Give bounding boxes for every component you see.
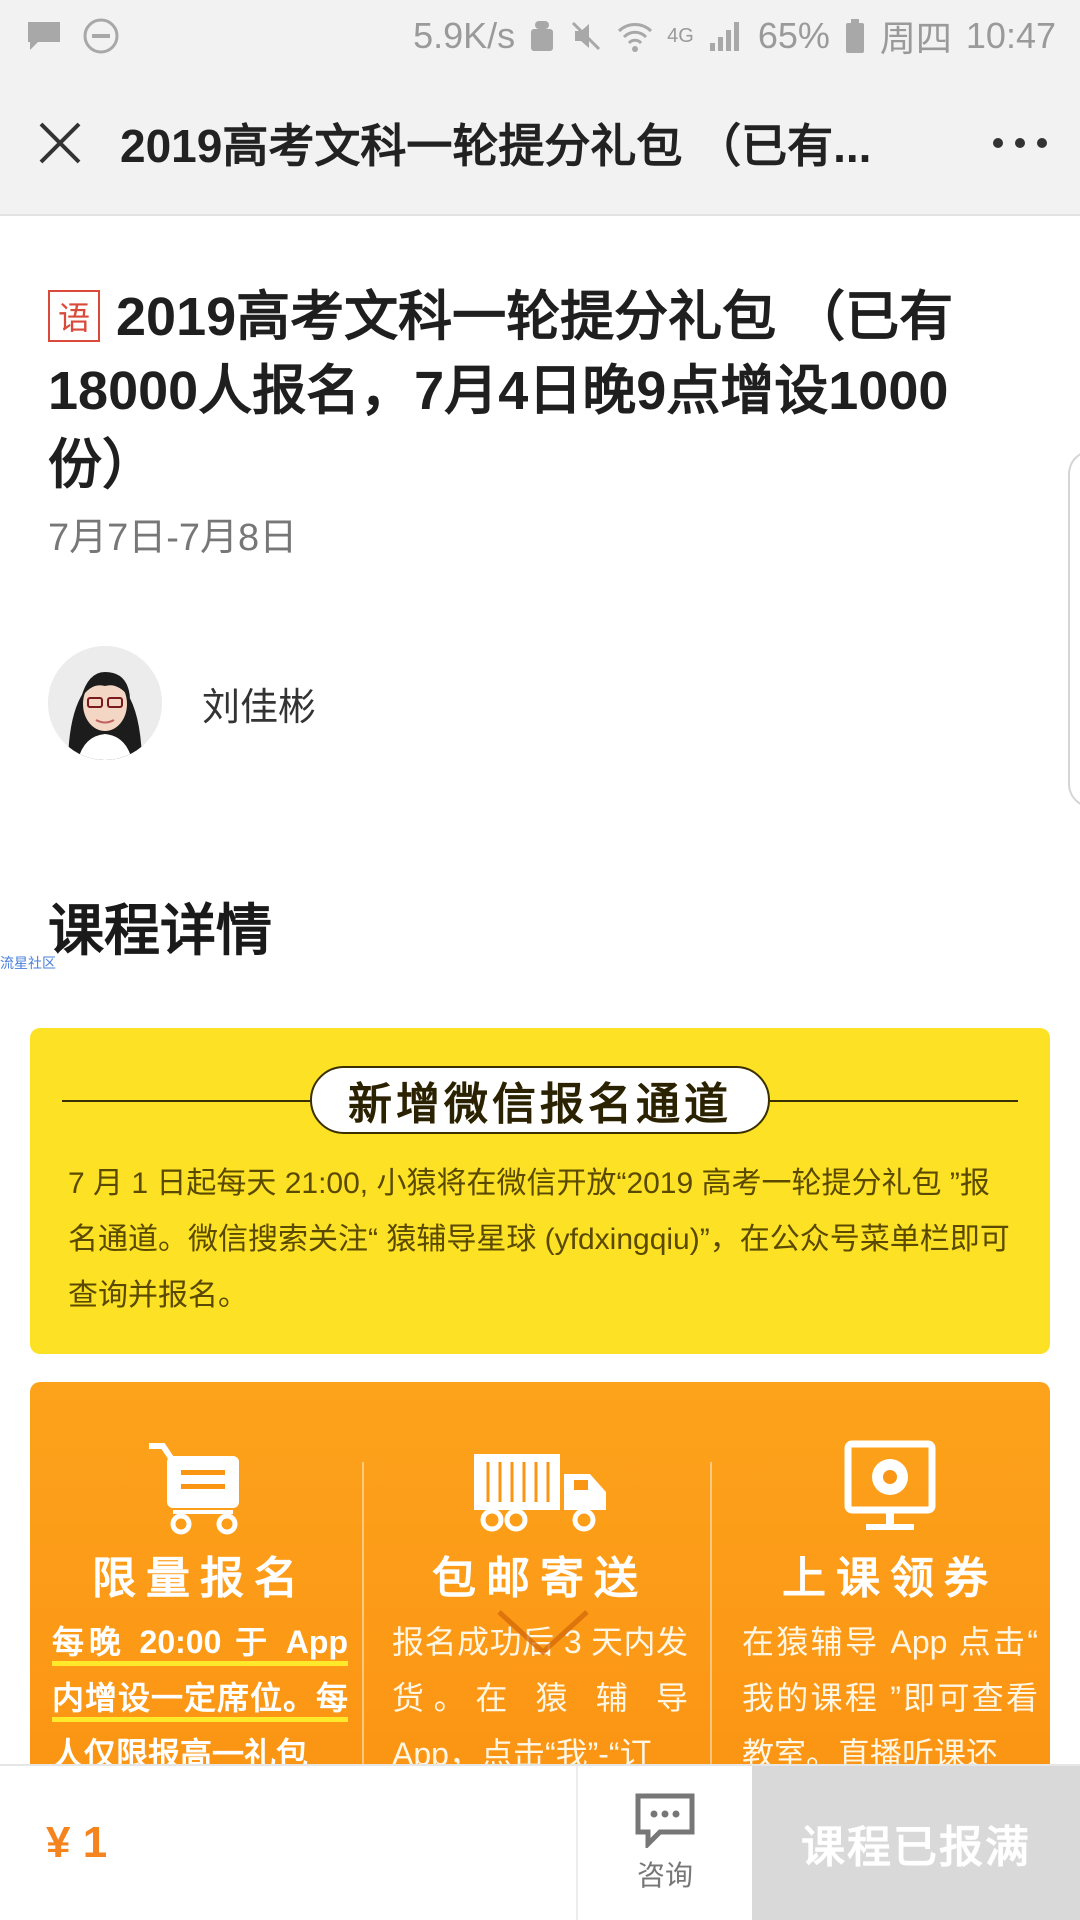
benefits-banner: 限量报名 每晚 20:00 于 App 内增设一定席位。每人仅限报高一礼包 包邮… bbox=[30, 1382, 1050, 1782]
course-title: 2019高考文科一轮提分礼包 （已有18000人报名，7月4日晚9点增设1000… bbox=[48, 287, 954, 495]
benefit-title: 包邮寄送 bbox=[432, 1554, 648, 1603]
benefit-title: 限量报名 bbox=[92, 1554, 308, 1603]
benefit-description: 在猿辅导 App 点击“ 我的课程 ”即可查看教室。直播听课还 bbox=[742, 1624, 1038, 1772]
watermark: 流星社区 bbox=[0, 955, 56, 971]
teacher-info[interactable]: 刘佳彬 bbox=[48, 646, 316, 760]
screen-icon bbox=[720, 1440, 1050, 1536]
section-heading: 课程详情 bbox=[48, 899, 272, 962]
more-icon bbox=[993, 138, 1047, 148]
course-title-block: 语 2019高考文科一轮提分礼包 （已有18000人报名，7月4日晚9点增设100… bbox=[48, 280, 1008, 502]
benefit-column-limited: 限量报名 每晚 20:00 于 App 内增设一定席位。每人仅限报高一礼包 bbox=[30, 1382, 370, 1782]
day-of-week: 周四 bbox=[879, 18, 952, 59]
truck-icon bbox=[370, 1440, 710, 1536]
network-type: 4G bbox=[667, 24, 694, 47]
network-speed: 5.9K/s bbox=[413, 15, 516, 56]
benefit-title: 上课领券 bbox=[782, 1554, 998, 1603]
title-bar: 2019高考文科一轮提分礼包 （已有... bbox=[0, 72, 1080, 216]
divider-line bbox=[768, 1100, 1018, 1102]
divider-line bbox=[62, 1100, 312, 1102]
page-title: 2019高考文科一轮提分礼包 （已有... bbox=[120, 120, 872, 172]
consult-label: 咨询 bbox=[636, 1860, 693, 1891]
teacher-avatar[interactable] bbox=[48, 646, 162, 760]
battery-icon bbox=[844, 18, 866, 54]
signal-icon bbox=[708, 19, 744, 53]
android-icon bbox=[529, 19, 555, 53]
subject-badge: 语 bbox=[48, 290, 100, 342]
course-price: ¥ 1 bbox=[46, 1818, 108, 1867]
clock: 10:47 bbox=[965, 15, 1056, 56]
consult-button[interactable]: 咨询 bbox=[576, 1766, 752, 1920]
message-icon bbox=[24, 18, 64, 54]
chat-icon bbox=[635, 1793, 695, 1848]
wechat-signup-banner: 新增微信报名通道 7 月 1 日起每天 21:00, 小猿将在微信开放“2019… bbox=[30, 1028, 1050, 1354]
cart-icon bbox=[30, 1440, 370, 1536]
banner-text: 7 月 1 日起每天 21:00, 小猿将在微信开放“2019 高考一轮提分礼包… bbox=[68, 1167, 1010, 1312]
bottom-action-bar: ¥ 1 咨询 课程已报满 bbox=[0, 1764, 1080, 1920]
do-not-disturb-icon bbox=[82, 17, 120, 55]
banner-title: 新增微信报名通道 bbox=[310, 1066, 770, 1134]
benefit-column-coupon: 上课领券 在猿辅导 App 点击“ 我的课程 ”即可查看教室。直播听课还 bbox=[720, 1382, 1050, 1782]
mute-icon bbox=[569, 19, 603, 53]
more-button[interactable] bbox=[960, 71, 1080, 215]
side-drawer-handle[interactable] bbox=[1068, 450, 1080, 808]
scroll-down-icon[interactable] bbox=[495, 1608, 591, 1661]
close-button[interactable] bbox=[0, 71, 120, 215]
wifi-icon bbox=[617, 19, 653, 53]
teacher-name: 刘佳彬 bbox=[202, 686, 317, 729]
enroll-full-button[interactable]: 课程已报满 bbox=[752, 1766, 1080, 1920]
status-bar: 5.9K/s 4G 65% 周四 10:47 bbox=[0, 0, 1080, 72]
battery-percent: 65% bbox=[757, 15, 830, 56]
course-date: 7月7日-7月8日 bbox=[48, 517, 298, 559]
benefit-description: 每晚 20:00 于 App 内增设一定席位。每人仅限报高一礼包 bbox=[52, 1624, 348, 1772]
close-icon bbox=[39, 122, 81, 164]
benefit-column-shipping: 包邮寄送 报名成功后 3 天内发 货。在 猿 辅 导 App，点击“我”-“订 bbox=[370, 1382, 710, 1782]
column-divider bbox=[710, 1462, 712, 1782]
